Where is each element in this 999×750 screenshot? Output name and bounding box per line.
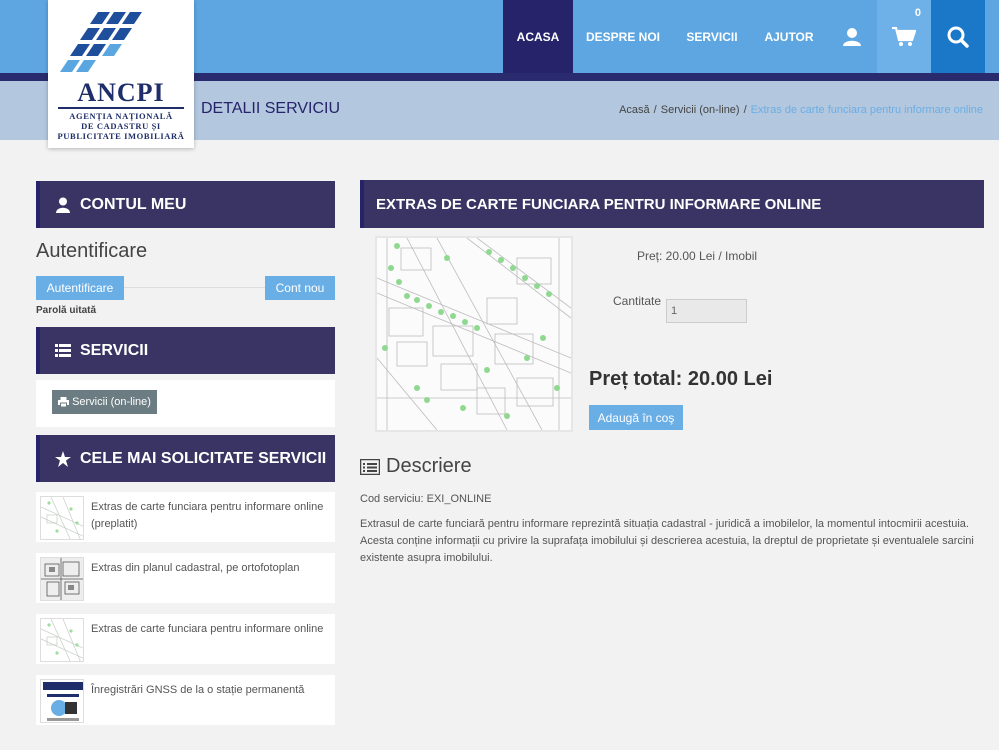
user-account-button[interactable] (827, 0, 877, 73)
popular-heading-text: CELE MAI SOLICITATE SERVICII (80, 449, 327, 467)
nav-item-acasa[interactable]: ACASA (503, 0, 573, 73)
cadastral-plan-thumbnail (40, 557, 84, 601)
nav-item-ajutor[interactable]: AJUTOR (751, 0, 827, 73)
breadcrumb-separator: / (653, 104, 657, 116)
auth-divider (124, 287, 265, 288)
new-account-button[interactable]: Cont nou (265, 276, 335, 300)
search-button[interactable] (931, 0, 985, 73)
popular-item-label: Înregistrări GNSS de la o stație permane… (91, 684, 305, 696)
total-price: Preț total: 20.00 Lei (589, 368, 773, 390)
account-heading-text: CONTUL MEU (80, 195, 187, 213)
popular-item[interactable]: Înregistrări GNSS de la o stație permane… (36, 675, 335, 725)
description-heading: Descriere (360, 455, 472, 478)
forgot-password-link[interactable]: Parolă uitată (36, 305, 96, 316)
services-panel-heading: SERVICII (36, 327, 335, 374)
rompos-thumbnail (40, 679, 84, 723)
cart-count-badge: 0 (914, 7, 921, 19)
user-icon (843, 27, 861, 46)
popular-panel-heading: CELE MAI SOLICITATE SERVICII (36, 435, 335, 482)
search-icon (947, 26, 969, 48)
cart-icon (892, 26, 916, 46)
account-panel-heading: CONTUL MEU (36, 181, 335, 228)
cart-button[interactable]: 0 (877, 0, 931, 73)
add-to-cart-button[interactable]: Adaugă în coş (589, 405, 683, 430)
breadcrumb-services[interactable]: Servicii (on-line) (661, 104, 740, 116)
logo-subtitle-3: PUBLICITATE IMOBILIARĂ (57, 131, 185, 141)
quantity-input[interactable] (666, 299, 747, 323)
logo-rule (58, 107, 184, 109)
description-heading-text: Descriere (386, 455, 472, 477)
popular-item-label: Extras din planul cadastral, pe ortofoto… (91, 562, 300, 574)
logo-subtitle-2: DE CADASTRU ȘI (81, 121, 161, 131)
services-box: Servicii (on-line) (36, 380, 335, 427)
map-thumbnail (40, 496, 84, 540)
breadcrumb: Acasă / Servicii (on-line) / Extras de c… (619, 104, 983, 116)
popular-item[interactable]: Extras de carte funciara pentru informar… (36, 614, 335, 664)
logo-emblem-icon (60, 12, 142, 72)
logo-name: ANCPI (77, 78, 165, 107)
page-title: DETALII SERVICIU (201, 100, 340, 117)
services-heading-text: SERVICII (80, 341, 149, 359)
unit-price: Preț: 20.00 Lei / Imobil (637, 249, 758, 263)
login-button[interactable]: Autentificare (36, 276, 124, 300)
product-description: Extrasul de carte funciară pentru inform… (360, 518, 974, 564)
service-code: Cod serviciu: EXI_ONLINE (360, 493, 492, 505)
list-icon (54, 343, 72, 358)
services-online-label: Servicii (on-line) (72, 396, 151, 408)
breadcrumb-separator: / (743, 104, 747, 116)
popular-item-label: Extras de carte funciara pentru informar… (91, 501, 324, 530)
services-online-button[interactable]: Servicii (on-line) (52, 390, 157, 414)
breadcrumb-current: Extras de carte funciara pentru informar… (750, 104, 983, 116)
logo-subtitle-1: AGENȚIA NAȚIONALĂ (69, 111, 173, 121)
user-icon (54, 197, 72, 213)
popular-item[interactable]: Extras din planul cadastral, pe ortofoto… (36, 553, 335, 603)
nav-item-servicii[interactable]: SERVICII (673, 0, 751, 73)
map-thumbnail (40, 618, 84, 662)
auth-title: Autentificare (36, 240, 148, 262)
product-heading: EXTRAS DE CARTE FUNCIARA PENTRU INFORMAR… (360, 180, 984, 228)
star-icon (54, 450, 72, 467)
main-nav: ACASA DESPRE NOI SERVICII AJUTOR 0 (503, 0, 985, 73)
print-icon (58, 397, 70, 407)
popular-item-label: Extras de carte funciara pentru informar… (91, 623, 324, 635)
popular-item[interactable]: Extras de carte funciara pentru informar… (36, 492, 335, 542)
ancpi-logo[interactable]: ANCPI AGENȚIA NAȚIONALĂ DE CADASTRU ȘI P… (48, 0, 194, 148)
breadcrumb-home[interactable]: Acasă (619, 104, 650, 116)
description-list-icon (360, 458, 380, 475)
product-map-image[interactable] (375, 236, 573, 432)
quantity-label: Cantitate (613, 294, 662, 308)
nav-item-despre-noi[interactable]: DESPRE NOI (573, 0, 673, 73)
